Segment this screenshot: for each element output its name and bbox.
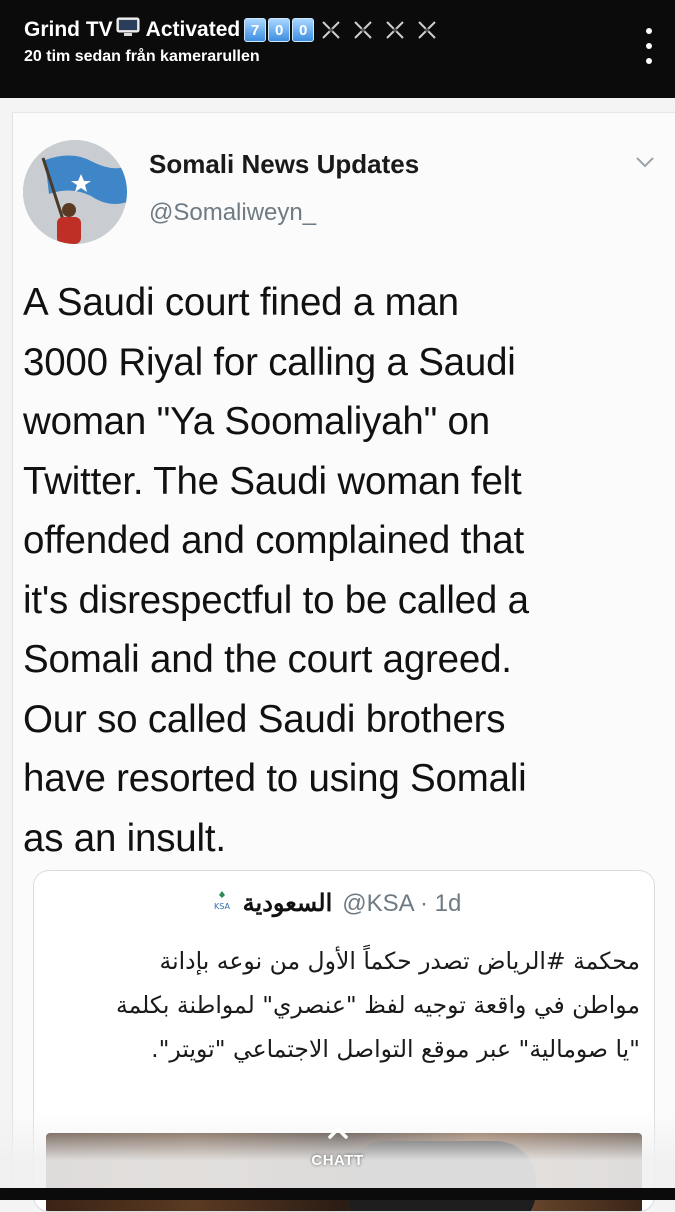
ksa-logo-text: KSA [214,902,230,911]
tweet-line: 3000 Riyal for calling a Saudi [23,340,516,384]
number-tiles: 7 0 0 [244,18,316,42]
author-handle[interactable]: @Somaliweyn_ [149,199,316,227]
tv-icon [116,17,140,43]
bottom-strip [0,1188,675,1200]
tweet-line: A Saudi court fined a man [23,281,459,324]
menu-icon[interactable] [643,28,655,64]
chevron-up-icon[interactable] [327,1126,349,1145]
quoted-tweet-text: محكمة #الرياض تصدر حكماً الأول من نوعه ب… [50,939,640,1071]
ksa-logo-icon: KSA [209,889,235,918]
quoted-tweet-header: KSA السعودية @KSA · 1d [34,889,654,925]
tweet-line: it's disrespectful to be called a [23,578,529,622]
author-name[interactable]: Somali News Updates [149,149,419,180]
story-title-suffix: Activated [145,18,241,41]
tweet-text: A Saudi court fined a man 3000 Riyal for… [23,273,663,868]
quoted-line: "يا صومالية" عبر موقع التواصل الاجتماعي … [151,1035,640,1063]
quoted-author-handle[interactable]: @KSA · 1d [342,890,461,918]
number-tile: 0 [268,18,291,42]
tweet-line: Somali and the court agreed. [23,638,512,681]
quoted-author-name[interactable]: السعودية [243,889,333,918]
story-title-prefix: Grind TV [24,18,113,41]
number-tile: 7 [244,18,267,42]
dagger-icon-group [319,18,447,42]
dagger-icon [322,21,436,39]
tweet-line: offended and complained that [23,519,525,562]
tweet-line: have resorted to using Somali [23,757,527,800]
chat-bar[interactable]: CHATT [0,1112,675,1200]
tweet-line: as an insult. [23,816,226,860]
tweet-line: Twitter. The Saudi woman felt [23,459,522,503]
tweet-card[interactable]: Somali News Updates @Somaliweyn_ A Saudi… [12,112,675,1212]
tweet-line: Our so called Saudi brothers [23,697,506,741]
quoted-line: محكمة #الرياض تصدر حكماً الأول من نوعه ب… [159,947,641,975]
quoted-line: مواطن في واقعة توجيه لفظ "عنصري" لمواطنة… [115,991,640,1019]
number-tile: 0 [292,18,315,42]
chevron-down-icon[interactable] [635,155,655,173]
story-title: Grind TV Activated 7 0 0 [24,17,447,43]
tweet-line: woman "Ya Soomaliyah" on [23,400,490,443]
story-header: Grind TV Activated 7 0 0 20 tim sedan fr… [0,0,675,98]
avatar[interactable] [23,140,127,244]
story-subtitle: 20 tim sedan från kamerarullen [24,48,260,65]
chat-label[interactable]: CHATT [0,1152,675,1169]
